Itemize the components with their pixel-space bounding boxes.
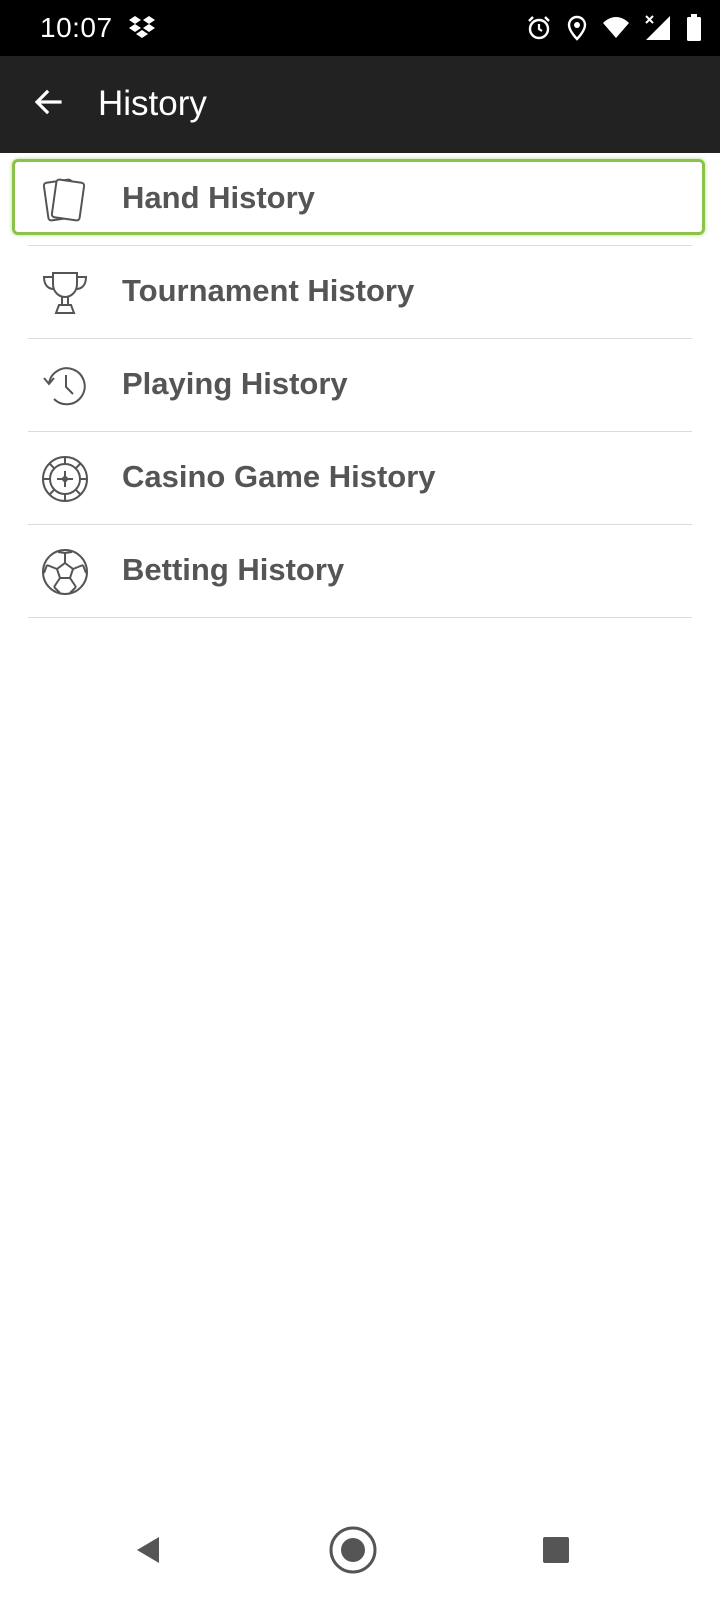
recents-square-icon: [541, 1535, 571, 1570]
status-bar: 10:07: [0, 0, 720, 56]
back-triangle-icon: [133, 1534, 163, 1571]
home-circle-icon: [327, 1524, 379, 1581]
list-item-betting-history[interactable]: Betting History: [0, 525, 720, 618]
roulette-icon: [40, 454, 90, 504]
wifi-icon: [602, 16, 630, 40]
list-item-tournament-history[interactable]: Tournament History: [0, 246, 720, 339]
list-item-label: Playing History: [122, 366, 348, 401]
location-icon: [566, 15, 588, 41]
status-icons: [526, 12, 702, 44]
soccer-ball-icon: [40, 547, 90, 597]
trophy-icon: [40, 268, 90, 318]
nav-recents-button[interactable]: [530, 1526, 582, 1578]
history-clock-icon: [40, 361, 90, 411]
history-list: Hand History Tournament History Playing …: [0, 153, 720, 618]
list-item-label: Hand History: [122, 180, 315, 215]
cards-icon: [40, 175, 90, 225]
signal-icon: [644, 14, 672, 42]
selection-highlight: [12, 159, 705, 235]
status-time: 10:07: [40, 12, 113, 43]
list-item-hand-history[interactable]: Hand History: [0, 153, 720, 246]
dropbox-icon: [128, 14, 156, 40]
back-button[interactable]: [20, 76, 76, 132]
nav-back-button[interactable]: [122, 1526, 174, 1578]
list-item-casino-game-history[interactable]: Casino Game History: [0, 432, 720, 525]
battery-icon: [686, 14, 702, 42]
nav-home-button[interactable]: [327, 1526, 379, 1578]
system-nav-bar: [0, 1504, 720, 1600]
alarm-icon: [526, 15, 552, 41]
list-item-label: Betting History: [122, 552, 345, 587]
list-item-label: Tournament History: [122, 273, 415, 308]
divider: [28, 617, 692, 618]
list-item-playing-history[interactable]: Playing History: [0, 339, 720, 432]
page-title: History: [98, 84, 207, 123]
list-item-label: Casino Game History: [122, 459, 436, 494]
app-bar: History: [0, 56, 720, 153]
arrow-back-icon: [32, 86, 64, 123]
